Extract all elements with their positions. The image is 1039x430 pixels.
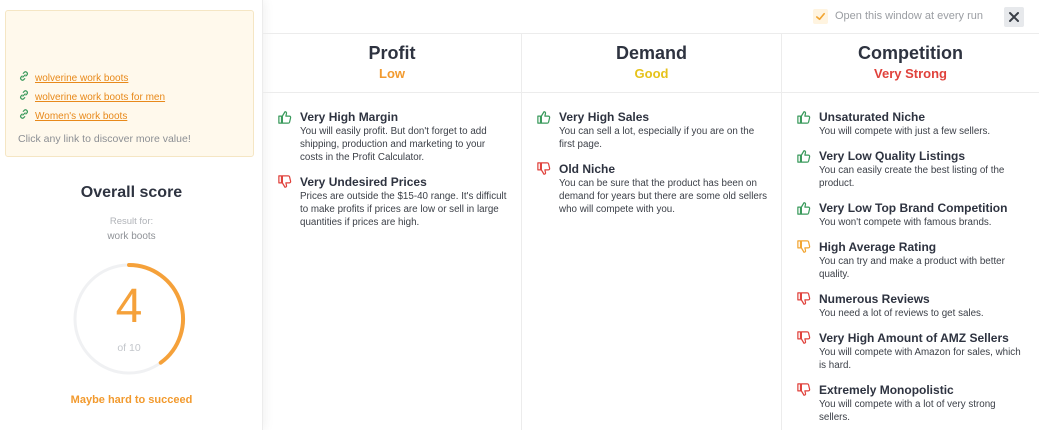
criterion-title: High Average Rating (819, 240, 937, 254)
score-value: 4 (115, 280, 143, 333)
competition-title: Competition (858, 43, 963, 63)
criterion-description: You need a lot of reviews to get sales. (819, 308, 984, 319)
profit-title: Profit (368, 43, 416, 63)
thumbs-down-icon (797, 240, 811, 254)
result-keyword: work boots (107, 231, 156, 242)
criterion-item: Extremely Monopolistic You will compete w… (797, 383, 1027, 424)
criterion-item: Unsaturated Niche You will compete with j… (797, 110, 1027, 138)
criterion-description: You can try and make a product with bett… (819, 256, 1005, 280)
score-verdict: Maybe hard to succeed (70, 394, 193, 406)
criterion-item: Very High Margin You will easily profit. … (278, 110, 509, 164)
score-of-label: of 10 (117, 342, 141, 354)
related-link-row[interactable]: Women's work boots (18, 107, 127, 125)
competition-rating: Very Strong (874, 66, 947, 81)
criterion-title: Old Niche (559, 162, 616, 176)
thumbs-down-icon (537, 162, 551, 176)
thumbs-down-icon (278, 175, 292, 189)
criterion-description: You can sell a lot, especially if you ar… (559, 126, 755, 150)
close-button[interactable] (1004, 7, 1024, 27)
thumbs-down-icon (797, 331, 811, 345)
demand-column: Demand Good Very High Sales You can sell … (522, 34, 782, 430)
open-every-run-label[interactable]: Open this window at every run (835, 10, 983, 22)
link-icon (18, 107, 30, 125)
competition-column: Competition Very Strong Unsaturated Nich… (782, 34, 1039, 430)
criterion-item: Very Low Top Brand Competition You won't … (797, 201, 1027, 229)
demand-header: Demand Good (522, 34, 781, 93)
criterion-title: Very High Amount of AMZ Sellers (819, 331, 1009, 345)
criterion-description: You will easily profit. But don't forget… (300, 126, 487, 163)
thumbs-up-icon (797, 110, 811, 124)
thumbs-down-icon (797, 383, 811, 397)
criterion-description: You can easily create the best listing o… (819, 165, 1005, 189)
related-link-row[interactable]: wolverine work boots (18, 69, 128, 87)
competition-header: Competition Very Strong (782, 34, 1039, 93)
criterion-item: Very High Sales You can sell a lot, espec… (537, 110, 769, 151)
related-link-row[interactable]: wolverine work boots for men (18, 88, 165, 106)
criterion-item: Old Niche You can be sure that the produc… (537, 162, 769, 216)
related-link[interactable]: wolverine work boots (35, 73, 128, 84)
close-icon (1009, 12, 1019, 22)
criterion-description: You will compete with a lot of very stro… (819, 399, 996, 423)
criterion-title: Unsaturated Niche (819, 110, 926, 124)
profit-rating: Low (379, 66, 405, 81)
thumbs-up-icon (278, 110, 292, 124)
criterion-description: You won't compete with famous brands. (819, 217, 992, 228)
links-hint: Click any link to discover more value! (18, 133, 191, 145)
thumbs-up-icon (797, 201, 811, 215)
checkmark-icon (816, 12, 825, 21)
related-link[interactable]: wolverine work boots for men (35, 92, 165, 103)
criterion-item: Very High Amount of AMZ Sellers You will … (797, 331, 1027, 372)
criterion-item: Very Low Quality Listings You can easily … (797, 149, 1027, 190)
criterion-item: Very Undesired Prices Prices are outside … (278, 175, 509, 229)
related-link[interactable]: Women's work boots (35, 111, 127, 122)
profit-items: Very High Margin You will easily profit. … (278, 110, 509, 240)
criterion-description: Prices are outside the $15-40 range. It'… (300, 191, 507, 228)
criterion-item: High Average Rating You can try and make … (797, 240, 1027, 281)
thumbs-up-icon (797, 149, 811, 163)
criterion-title: Very High Sales (559, 110, 650, 124)
demand-rating: Good (634, 66, 669, 81)
criterion-description: You can be sure that the product has bee… (559, 178, 768, 215)
left-panel: wolverine work boots wolverine work boot… (0, 0, 263, 430)
link-icon (18, 88, 30, 106)
open-every-run-checkbox[interactable] (813, 9, 828, 24)
top-bar: Open this window at every run (263, 0, 1039, 34)
criterion-title: Extremely Monopolistic (819, 383, 954, 397)
criterion-title: Very High Margin (300, 110, 399, 124)
overall-score-title: Overall score (80, 184, 183, 201)
criterion-item: Numerous Reviews You need a lot of review… (797, 292, 1027, 320)
criterion-description: You will compete with just a few sellers… (819, 126, 991, 137)
thumbs-down-icon (797, 292, 811, 306)
related-links-box: wolverine work boots wolverine work boot… (5, 10, 254, 157)
criterion-title: Very Undesired Prices (300, 175, 427, 189)
link-icon (18, 69, 30, 87)
criterion-title: Very Low Top Brand Competition (819, 201, 1008, 215)
result-for-label: Result for: (109, 216, 154, 227)
demand-items: Very High Sales You can sell a lot, espec… (537, 110, 769, 227)
demand-title: Demand (615, 43, 687, 63)
profit-column: Profit Low Very High Margin You will easi… (263, 34, 522, 430)
criterion-title: Very Low Quality Listings (819, 149, 966, 163)
thumbs-up-icon (537, 110, 551, 124)
profit-header: Profit Low (263, 34, 521, 93)
criterion-description: You will compete with Amazon for sales, … (819, 347, 1021, 371)
criterion-title: Numerous Reviews (819, 292, 930, 306)
competition-items: Unsaturated Niche You will compete with j… (797, 110, 1027, 430)
